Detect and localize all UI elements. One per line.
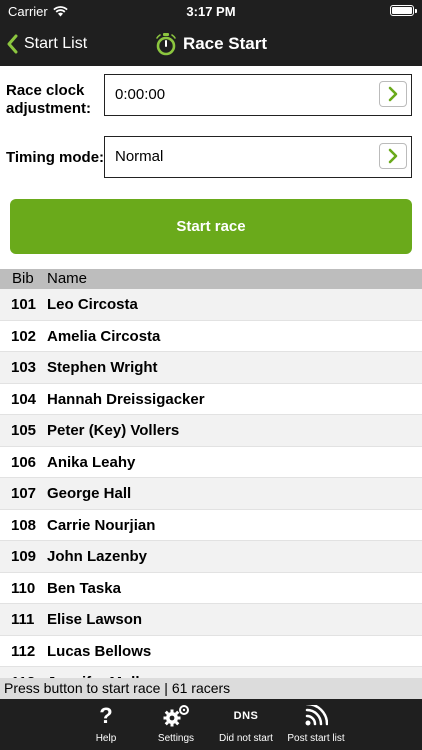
row-name: George Hall (47, 485, 132, 502)
tab-post-start-list-label: Post start list (287, 733, 345, 744)
table-row[interactable]: 112 Lucas Bellows (0, 636, 422, 667)
table-row[interactable]: 106 Anika Leahy (0, 447, 422, 478)
start-race-button-label: Start race (176, 218, 246, 235)
page-title: Race Start (182, 34, 268, 53)
column-header-name: Name (47, 270, 88, 287)
gears-icon (161, 703, 191, 729)
row-bib: 103 (11, 359, 37, 376)
race-clock-label: Race clock adjustment: (6, 82, 91, 118)
row-bib: 111 (11, 611, 35, 628)
clock: 3:17 PM (186, 4, 236, 19)
status-message: Press button to start race | 61 racers (0, 678, 422, 699)
table-row[interactable]: 113Jennifer Mollo (0, 667, 422, 678)
race-clock-label-line2: adjustment: (6, 100, 92, 117)
row-name: Carrie Nourjian (47, 516, 156, 534)
navigation-bar: Start List Race Start (0, 22, 422, 66)
row-name: Peter (Key) Vollers (47, 422, 180, 439)
broadcast-icon (304, 703, 328, 729)
race-clock-value: 0:00:00 (115, 86, 166, 103)
race-clock-field[interactable]: 0:00:00 (104, 74, 412, 116)
row-name: Hannah Dreissigacker (47, 390, 205, 408)
timing-mode-field[interactable]: Normal (104, 136, 412, 178)
row-name: Elise Lawson (47, 611, 143, 628)
dns-icon: DNS (234, 703, 259, 729)
table-row[interactable]: 111 Elise Lawson (0, 604, 422, 636)
row-bib: 101 (11, 296, 37, 313)
table-row[interactable]: 110 Ben Taska (0, 573, 422, 604)
table-row[interactable]: 102 Amelia Circosta (0, 321, 422, 352)
status-bar: Carrier 3:17 PM (0, 0, 422, 22)
table-row[interactable]: 103 Stephen Wright (0, 352, 422, 384)
row-bib: 102 (11, 327, 37, 345)
row-name: Stephen Wright (47, 359, 158, 376)
race-clock-chevron-button[interactable] (379, 81, 407, 107)
table-row[interactable]: 101 Leo Circosta (0, 289, 422, 321)
tab-help[interactable]: ? Help (68, 703, 144, 745)
table-row[interactable]: 108 Carrie Nourjian (0, 510, 422, 541)
chevron-right-icon (388, 86, 398, 102)
table-row[interactable]: 104 Hannah Dreissigacker (0, 384, 422, 415)
chevron-right-icon (388, 148, 398, 164)
row-bib: 105 (11, 422, 37, 439)
nav-title: Race Start (0, 30, 422, 58)
row-bib: 110 (11, 579, 36, 597)
dns-icon-text: DNS (233, 710, 259, 722)
tab-settings-label: Settings (157, 733, 195, 744)
tab-did-not-start[interactable]: DNS Did not start (208, 703, 284, 744)
row-bib: 107 (11, 485, 37, 502)
row-bib: 108 (11, 516, 37, 534)
tab-bar: ? Help Settings DNS Did not start Post s… (0, 699, 422, 750)
timing-mode-chevron-button[interactable] (379, 143, 407, 169)
table-header: Bib Name (0, 269, 422, 289)
stopwatch-icon (156, 33, 176, 56)
row-bib: 112 (11, 642, 36, 660)
racer-list[interactable]: 101 Leo Circosta 102 Amelia Circosta 103 Step… (0, 289, 422, 678)
row-name: Lucas Bellows (47, 642, 152, 660)
row-name: Anika Leahy (47, 453, 136, 471)
table-row[interactable]: 107 George Hall (0, 478, 422, 510)
table-row[interactable]: 109 John Lazenby (0, 541, 422, 573)
start-race-button[interactable]: Start race (10, 199, 412, 254)
row-name: Amelia Circosta (47, 327, 161, 345)
timing-mode-label: Timing mode: (6, 149, 105, 166)
question-mark-icon: ? (99, 703, 113, 728)
row-name: Ben Taska (47, 579, 121, 597)
tab-help-label: Help (95, 733, 117, 744)
table-row[interactable]: 105 Peter (Key) Vollers (0, 415, 422, 447)
race-clock-label-line1: Race clock (6, 82, 85, 99)
row-bib: 104 (11, 390, 37, 408)
timing-mode-value: Normal (115, 148, 164, 165)
row-bib: 109 (11, 548, 37, 565)
row-bib: 106 (11, 453, 37, 471)
battery-icon (390, 5, 417, 16)
row-name: Leo Circosta (47, 296, 138, 313)
tab-did-not-start-label: Did not start (219, 733, 273, 744)
tab-post-start-list[interactable]: Post start list (278, 703, 354, 744)
tab-settings[interactable]: Settings (138, 703, 214, 744)
column-header-bib: Bib (12, 270, 34, 287)
row-name: John Lazenby (47, 548, 148, 565)
